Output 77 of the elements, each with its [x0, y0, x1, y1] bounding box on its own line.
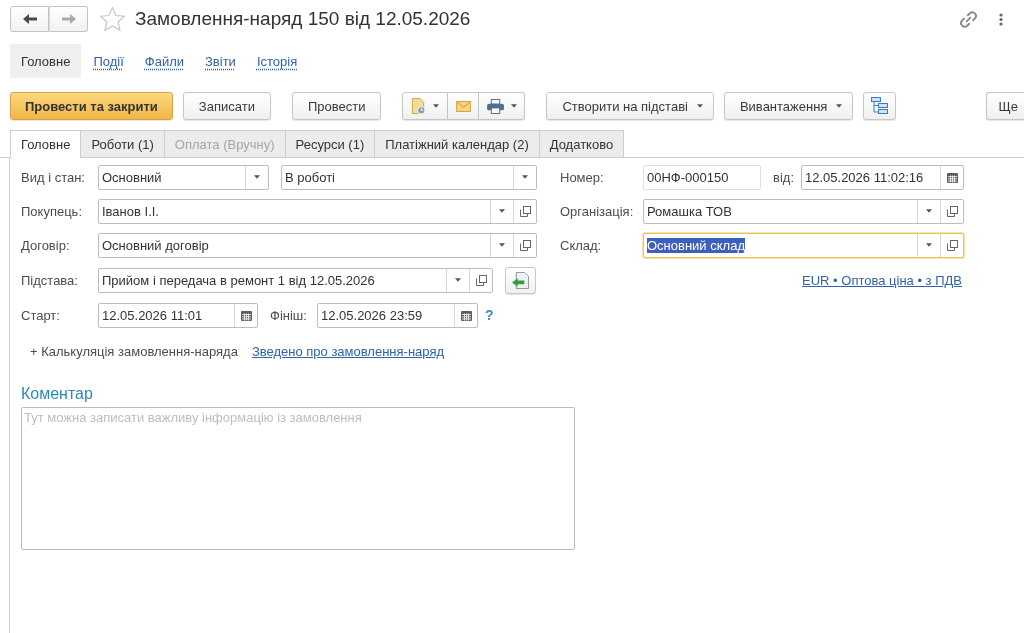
- star-icon[interactable]: [100, 7, 125, 31]
- print-menu-button[interactable]: [479, 92, 526, 120]
- window-title: Замовлення-наряд 150 від 12.05.2026: [135, 8, 471, 30]
- date-field[interactable]: 12.05.2026 11:02:16: [801, 164, 964, 190]
- select-field[interactable]: Прийом і передача в ремонт 1 від 12.05.2026: [98, 267, 493, 293]
- overlapping-squares-icon: [946, 239, 958, 251]
- select-field[interactable]: Іванов І.І.: [98, 198, 537, 224]
- overlapping-squares-icon: [519, 239, 531, 251]
- field-label: Покупець:: [21, 203, 83, 219]
- primary-button[interactable]: Провести та закрити: [10, 92, 173, 120]
- section-heading: Коментар: [21, 384, 94, 404]
- field-label: від:: [773, 169, 795, 185]
- caret-icon: [499, 209, 505, 213]
- form-tab[interactable]: Роботи (1): [80, 130, 165, 158]
- more-icon[interactable]: [999, 12, 1003, 26]
- form-tab[interactable]: Ресурси (1): [284, 130, 376, 158]
- price-settings-link[interactable]: EUR • Оптова ціна • з ПДВ: [802, 272, 962, 288]
- calendar-icon: [240, 309, 252, 321]
- caret-icon: [455, 278, 461, 282]
- select-field[interactable]: Ромашка ТОВ: [643, 198, 964, 224]
- select-field[interactable]: В роботі: [281, 164, 537, 190]
- collapsible-group-header[interactable]: + Калькуляція замовлення-наряда: [30, 343, 238, 359]
- date-field[interactable]: 12.05.2026 23:59: [317, 302, 478, 328]
- field-label: Договір:: [21, 237, 71, 253]
- caret-icon: [433, 104, 440, 108]
- email-button[interactable]: [448, 92, 480, 120]
- section-link[interactable]: Файли: [134, 44, 194, 78]
- form-tab[interactable]: Додатково: [538, 130, 625, 158]
- document-clock-icon: [411, 97, 427, 115]
- overlapping-squares-icon: [519, 205, 531, 217]
- form-tab[interactable]: Головне: [10, 130, 82, 158]
- caret-icon: [926, 243, 932, 247]
- comment-field[interactable]: Тут можна записати важливу інформацію із замовлення: [21, 407, 575, 550]
- field-label: Старт:: [21, 307, 61, 323]
- tree-structure-icon: [870, 97, 889, 115]
- toolbar-button[interactable]: Записати: [182, 92, 271, 120]
- caret-icon: [499, 243, 505, 247]
- section-link[interactable]: Головне: [10, 44, 82, 78]
- printer-icon: [486, 98, 504, 114]
- help-button[interactable]: ?: [485, 307, 494, 323]
- caret-icon: [696, 104, 703, 108]
- select-field[interactable]: Основний договір: [98, 232, 537, 258]
- date-field[interactable]: 12.05.2026 11:01: [98, 302, 258, 328]
- field-label: Підстава:: [21, 272, 79, 288]
- section-link[interactable]: Звіти: [195, 44, 246, 78]
- document-menu-button[interactable]: [402, 92, 449, 120]
- calendar-icon: [946, 171, 958, 183]
- more-button[interactable]: Ще: [985, 92, 1024, 120]
- section-link[interactable]: Події: [83, 44, 134, 78]
- summary-link[interactable]: Зведено про замовлення-наряд: [251, 343, 445, 359]
- overlapping-squares-icon: [475, 274, 487, 286]
- select-field[interactable]: Основний склад: [643, 232, 964, 258]
- field-label: Організація:: [560, 203, 635, 219]
- caret-icon: [926, 209, 932, 213]
- field-label: Номер:: [560, 169, 605, 185]
- menu-button[interactable]: Створити на підставі: [546, 92, 714, 120]
- field-label: Фініш:: [270, 307, 308, 323]
- envelope-icon: [455, 100, 471, 112]
- fill-from-basis-button[interactable]: [505, 266, 536, 294]
- toolbar-button[interactable]: Провести: [291, 92, 382, 120]
- calendar-icon: [460, 309, 472, 321]
- back-button[interactable]: [10, 6, 49, 32]
- document-arrow-icon: [512, 271, 529, 289]
- caret-icon: [522, 175, 528, 179]
- structure-button[interactable]: [863, 92, 897, 120]
- caret-icon: [254, 175, 260, 179]
- section-link[interactable]: Історія: [246, 44, 308, 78]
- select-field[interactable]: Основний: [98, 164, 269, 190]
- link-icon[interactable]: [960, 10, 977, 28]
- menu-button[interactable]: Вивантаження: [723, 92, 854, 120]
- caret-icon: [836, 104, 843, 108]
- field-label: Склад:: [560, 237, 603, 253]
- overlapping-squares-icon: [946, 205, 958, 217]
- form-tab[interactable]: Платіжний календар (2): [374, 130, 540, 158]
- field-label: Вид і стан:: [21, 169, 86, 185]
- number-field[interactable]: 00НФ-000150: [643, 164, 761, 190]
- caret-icon: [510, 104, 517, 108]
